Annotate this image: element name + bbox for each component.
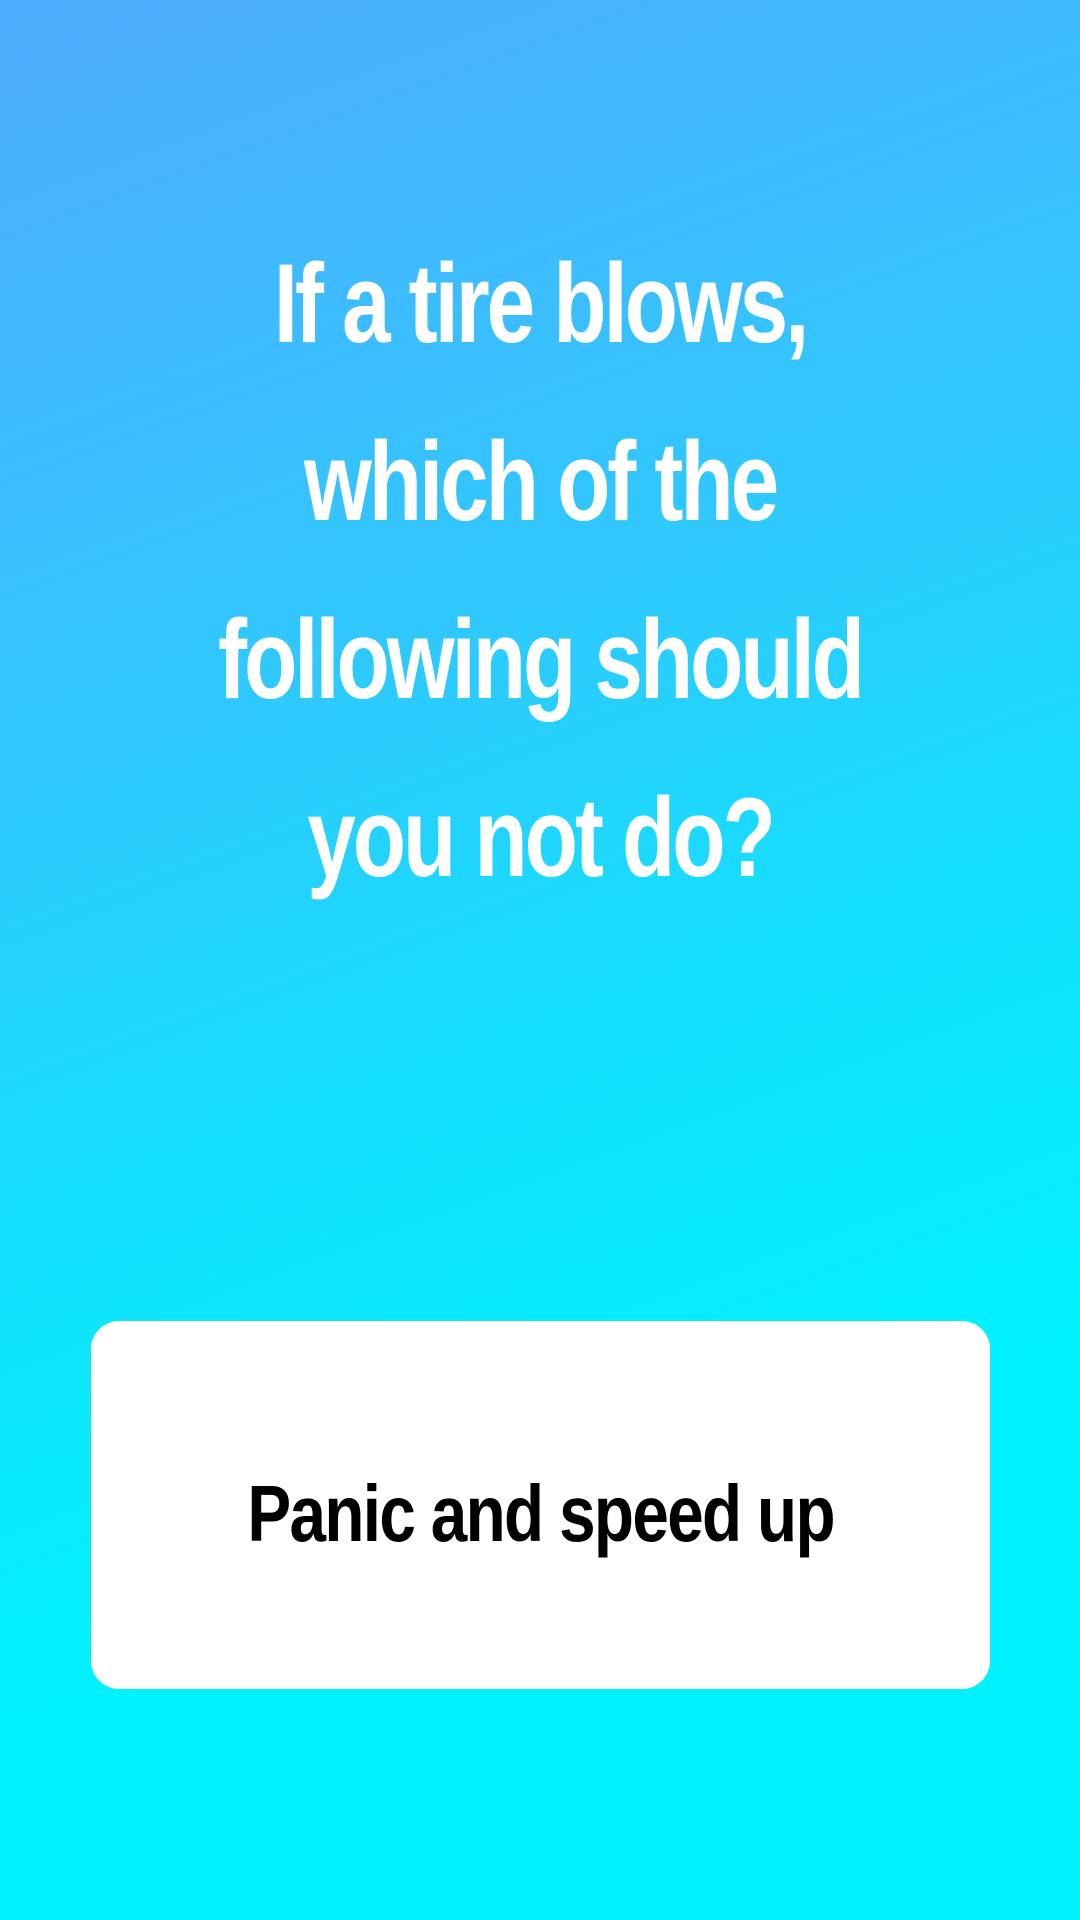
question-text: If a tire blows, which of the following …	[218, 241, 865, 900]
answer-option-label: Panic and speed up	[247, 1469, 835, 1558]
answer-option-button[interactable]: Panic and speed up	[91, 1321, 990, 1689]
